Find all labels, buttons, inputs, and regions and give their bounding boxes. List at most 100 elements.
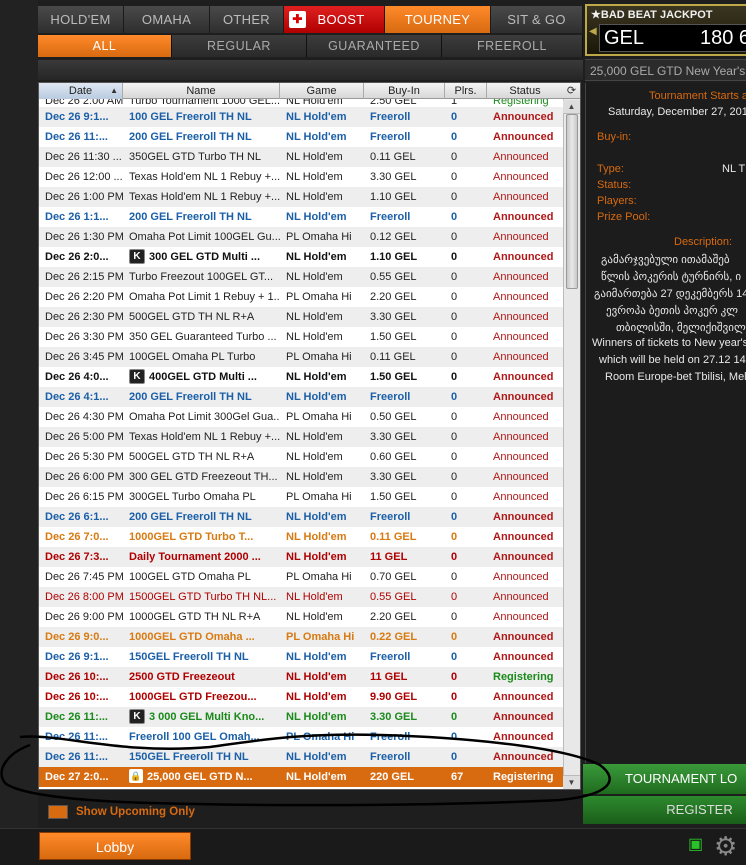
row-buyin: 0.11 GEL — [370, 531, 417, 543]
row-buyin: Freeroll — [370, 391, 411, 403]
table-row[interactable]: Dec 26 10:... 2500 GTD Freezeout NL Hold'e… — [39, 667, 564, 687]
table-row[interactable]: Dec 26 2:0... K 300 GEL GTD Multi ... NL Ho… — [39, 247, 564, 267]
scroll-thumb[interactable] — [566, 114, 578, 289]
row-game: NL Hold'em — [286, 111, 347, 123]
table-row[interactable]: Dec 26 8:00 PM 1500GEL GTD Turbo TH NL...… — [39, 587, 564, 607]
jackpot-value: 180 6 — [700, 27, 746, 49]
table-row[interactable]: Dec 26 1:1... 200 GEL Freeroll TH NL NL Ho… — [39, 207, 564, 227]
show-upcoming-toggle[interactable]: Show Upcoming Only — [48, 804, 195, 820]
refresh-icon[interactable]: ⟳ — [563, 83, 580, 99]
gear-icon[interactable]: ⚙ — [714, 832, 742, 860]
row-name: 500GEL GTD TH NL R+A — [129, 311, 255, 323]
col-players[interactable]: Plrs. — [445, 83, 487, 99]
row-date: Dec 26 1:1... — [45, 211, 109, 223]
table-scrollbar[interactable]: ⟳ ▲ ▼ — [563, 83, 580, 789]
row-players: 0 — [451, 331, 458, 343]
table-row[interactable]: Dec 26 3:30 PM 350 GEL Guaranteed Turbo .… — [39, 327, 564, 347]
table-row[interactable]: Dec 26 7:3... Daily Tournament 2000 ... NL… — [39, 547, 564, 567]
table-row[interactable]: Dec 26 11:... Freeroll 100 GEL Omah... PL … — [39, 727, 564, 747]
table-row[interactable]: Dec 26 9:00 PM 1000GEL GTD TH NL R+A NL Ho… — [39, 607, 564, 627]
tab-boost[interactable]: ✚ BOOST — [284, 6, 385, 33]
register-button[interactable]: REGISTER — [583, 796, 746, 824]
table-row[interactable]: Dec 26 2:00 AM Turbo Tournament 1000 GEL.… — [39, 99, 564, 107]
row-date: Dec 26 7:45 PM — [45, 571, 123, 583]
upcoming-label: Show Upcoming Only — [76, 806, 195, 818]
game-tabs: HOLD'EM OMAHA OTHER ✚ BOOST TOURNEY SIT … — [38, 6, 583, 33]
col-buyin[interactable]: Buy-In — [364, 83, 445, 99]
table-row[interactable]: Dec 26 5:30 PM 500GEL GTD TH NL R+A NL Hol… — [39, 447, 564, 467]
upcoming-checkbox[interactable] — [48, 805, 68, 819]
table-row[interactable]: Dec 26 4:30 PM Omaha Pot Limit 300Gel Gua… — [39, 407, 564, 427]
scroll-down-icon[interactable]: ▼ — [563, 775, 580, 789]
table-row[interactable]: Dec 26 9:0... 1000GEL GTD Omaha ... PL Oma… — [39, 627, 564, 647]
table-row[interactable]: Dec 26 5:00 PM Texas Hold'em NL 1 Rebuy +… — [39, 427, 564, 447]
row-date: Dec 26 7:3... — [45, 551, 109, 563]
row-buyin: 1.10 GEL — [370, 251, 418, 263]
table-row[interactable]: Dec 26 11:... K 3 000 GEL Multi Kno... NL H… — [39, 707, 564, 727]
table-row[interactable]: Dec 26 7:0... 1000GEL GTD Turbo T... NL Ho… — [39, 527, 564, 547]
knockout-icon: K — [129, 248, 145, 264]
row-status: Announced — [493, 111, 554, 123]
row-name: 300 GEL GTD Freezeout TH... — [129, 471, 278, 483]
tab-holdem[interactable]: HOLD'EM — [38, 6, 124, 33]
network-status-icon: ▣ — [688, 836, 704, 853]
row-buyin: 220 GEL — [370, 771, 415, 783]
table-row[interactable]: Dec 26 4:1... 200 GEL Freeroll TH NL NL Ho… — [39, 387, 564, 407]
table-row[interactable]: Dec 26 10:... 1000GEL GTD Freezou... NL Ho… — [39, 687, 564, 707]
row-buyin: 2.20 GEL — [370, 611, 417, 623]
table-row[interactable]: Dec 26 2:30 PM 500GEL GTD TH NL R+A NL Hol… — [39, 307, 564, 327]
tournament-lobby-button[interactable]: TOURNAMENT LO — [583, 764, 746, 794]
table-row[interactable]: Dec 26 6:1... 200 GEL Freeroll TH NL NL Ho… — [39, 507, 564, 527]
row-game: NL Hold'em — [286, 651, 347, 663]
table-row[interactable]: Dec 26 4:0... K 400GEL GTD Multi ... NL Hol… — [39, 367, 564, 387]
col-date[interactable]: Date ▲ — [39, 83, 123, 99]
table-row[interactable]: Dec 26 1:30 PM Omaha Pot Limit 100GEL Gu.… — [39, 227, 564, 247]
status-label: Status: — [597, 179, 632, 191]
table-row[interactable]: Dec 26 3:45 PM 100GEL Omaha PL Turbo PL Om… — [39, 347, 564, 367]
table-row[interactable]: Dec 26 9:1... 100 GEL Freeroll TH NL NL Ho… — [39, 107, 564, 127]
row-players: 0 — [451, 471, 458, 483]
tab-other[interactable]: OTHER — [210, 6, 284, 33]
table-row[interactable]: Dec 26 9:1... 150GEL Freeroll TH NL NL Hol… — [39, 647, 564, 667]
row-game: NL Hold'em — [286, 771, 347, 783]
row-buyin: 3.30 GEL — [370, 711, 418, 723]
row-players: 0 — [451, 591, 458, 603]
row-players: 0 — [451, 551, 458, 563]
col-status[interactable]: Status — [487, 83, 564, 99]
table-row[interactable]: Dec 26 6:00 PM 300 GEL GTD Freezeout TH..… — [39, 467, 564, 487]
filter-all[interactable]: ALL — [38, 35, 172, 57]
table-row[interactable]: Dec 26 2:20 PM Omaha Pot Limit 1 Rebuy + … — [39, 287, 564, 307]
row-buyin: 0.50 GEL — [370, 411, 417, 423]
tab-sit-and-go[interactable]: SIT & GO — [491, 6, 583, 33]
scroll-up-icon[interactable]: ▲ — [563, 100, 580, 114]
lobby-button[interactable]: Lobby — [39, 832, 191, 860]
col-name[interactable]: Name — [123, 83, 280, 99]
row-date: Dec 26 9:0... — [45, 631, 109, 643]
row-name: 350 GEL Guaranteed Turbo ... — [129, 331, 277, 343]
tab-omaha[interactable]: OMAHA — [124, 6, 210, 33]
table-row[interactable]: Dec 27 2:0... 🔒 25,000 GEL GTD N... NL Hold… — [39, 767, 564, 787]
table-row[interactable]: Dec 26 11:30 ... 350GEL GTD Turbo TH NL NL… — [39, 147, 564, 167]
row-buyin: Freeroll — [370, 751, 411, 763]
table-row[interactable]: Dec 26 2:15 PM Turbo Freezout 100GEL GT..… — [39, 267, 564, 287]
filter-freeroll[interactable]: FREEROLL — [442, 35, 583, 57]
table-row[interactable]: Dec 26 6:15 PM 300GEL Turbo Omaha PL PL Om… — [39, 487, 564, 507]
row-status: Registering — [493, 771, 554, 783]
filter-guaranteed[interactable]: GUARANTEED — [307, 35, 442, 57]
filter-regular[interactable]: REGULAR — [172, 35, 307, 57]
row-game: NL Hold'em — [286, 311, 343, 323]
table-row[interactable]: Dec 26 11:... 150GEL Freeroll TH NL NL Hol… — [39, 747, 564, 767]
row-players: 67 — [451, 771, 464, 783]
tab-tourney[interactable]: TOURNEY — [385, 6, 491, 33]
table-row[interactable]: Dec 26 12:00 ... Texas Hold'em NL 1 Rebuy… — [39, 167, 564, 187]
row-name: K 300 GEL GTD Multi ... — [123, 247, 280, 267]
table-row[interactable]: Dec 26 11:... 200 GEL Freeroll TH NL NL Ho… — [39, 127, 564, 147]
table-row[interactable]: Dec 26 1:00 PM Texas Hold'em NL 1 Rebuy +… — [39, 187, 564, 207]
col-game[interactable]: Game — [280, 83, 364, 99]
row-status: Announced — [493, 431, 549, 443]
row-name: 500GEL GTD TH NL R+A — [129, 451, 255, 463]
row-name: Texas Hold'em NL 1 Rebuy +... — [129, 171, 280, 183]
row-status: Announced — [493, 631, 554, 643]
table-row[interactable]: Dec 26 7:45 PM 100GEL GTD Omaha PL PL Omah… — [39, 567, 564, 587]
row-buyin: 3.30 GEL — [370, 171, 417, 183]
